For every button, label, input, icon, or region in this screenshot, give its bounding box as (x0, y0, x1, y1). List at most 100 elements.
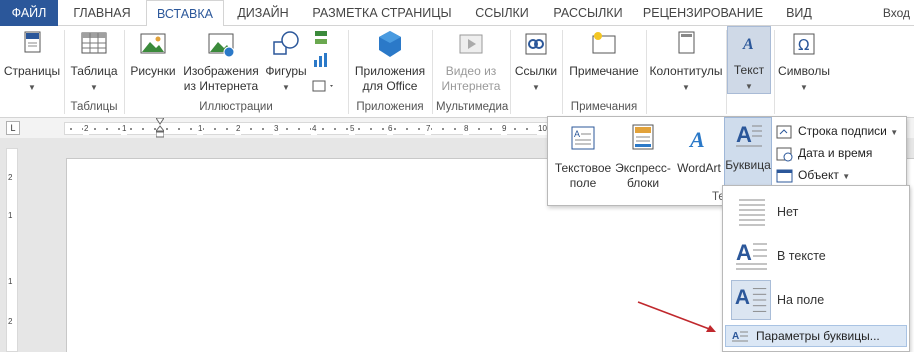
object-label: Объект (798, 168, 839, 182)
shapes-label: Фигуры (265, 64, 307, 78)
pages-button[interactable]: Страницы ▼ (2, 28, 62, 95)
shapes-button[interactable]: Фигуры ▼ (263, 28, 309, 95)
signature-line-label: Строка подписи (798, 124, 887, 138)
indent-marker[interactable] (156, 118, 164, 138)
apps-label-1: Приложения (354, 64, 426, 78)
chevron-down-icon: ▼ (90, 83, 98, 92)
dropcap-in-margin-item[interactable]: A На поле (727, 278, 907, 322)
picture-icon (140, 33, 166, 54)
chevron-down-icon: ▼ (745, 82, 753, 91)
ruler-number: 7 (425, 123, 432, 135)
ruler-number: 3 (273, 123, 280, 135)
quick-parts-label-2: блоки (626, 176, 660, 190)
object-button[interactable]: Объект ▼ (776, 165, 850, 185)
wordart-label: WordArt (677, 161, 721, 175)
ruler-number: 2 (83, 123, 90, 135)
text-group-button[interactable]: A Текст ▼ (727, 26, 771, 94)
tab-insert[interactable]: ВСТАВКА (146, 0, 224, 27)
tab-references[interactable]: ССЫЛКИ (464, 0, 540, 26)
video-label-1: Видео из (445, 64, 497, 78)
smartart-icon (315, 31, 327, 44)
dropcap-in-margin-icon: A (731, 280, 771, 320)
textbox-button[interactable]: A Текстовое поле (552, 121, 614, 191)
online-picture-icon (208, 33, 235, 58)
date-time-label: Дата и время (798, 146, 873, 160)
dropcap-none-label: Нет (777, 205, 799, 219)
symbols-label: Символы (778, 64, 830, 78)
vertical-ruler[interactable]: 2 1 1 2 (6, 148, 18, 352)
tab-selector[interactable]: L (6, 121, 20, 135)
date-time-button[interactable]: Дата и время (776, 143, 872, 163)
text-icon: A (742, 36, 754, 53)
header-footer-label: Колонтитулы (649, 64, 723, 78)
chevron-down-icon: ▼ (532, 83, 540, 92)
apps-for-office-button[interactable]: Приложения для Office (352, 28, 428, 94)
svg-text:A: A (688, 127, 705, 152)
wordart-button[interactable]: A WordArt (674, 121, 724, 176)
pictures-label: Рисунки (130, 64, 176, 78)
chevron-down-icon: ▼ (842, 172, 851, 181)
quick-parts-label-1: Экспресс- (615, 161, 671, 175)
ribbon-insert: Страницы ▼ Таблица ▼ Таблицы Рисунки Изо… (0, 26, 914, 118)
store-icon (379, 31, 401, 57)
sign-in-link[interactable]: Вход (883, 0, 910, 26)
horizontal-ruler[interactable]: 2 1 1 2 3 4 5 6 7 8 9 10 (64, 122, 554, 135)
dropcap-options-item[interactable]: A Параметры буквицы... (725, 325, 907, 347)
chevron-down-icon: ▼ (890, 128, 899, 137)
tab-review[interactable]: РЕЦЕНЗИРОВАНИЕ (636, 0, 770, 26)
online-video-button[interactable]: Видео из Интернета (436, 28, 506, 94)
chevron-down-icon: ▼ (28, 83, 36, 92)
comment-button[interactable]: Примечание (564, 28, 644, 79)
group-label-comments: Примечания (570, 101, 638, 113)
dropcap-none-item[interactable]: Нет (727, 190, 907, 234)
dropcap-menu: Нет A В тексте A На поле A Параметры бук… (722, 185, 910, 352)
group-divider (562, 30, 563, 114)
chevron-down-icon: ▼ (282, 83, 290, 92)
table-button[interactable]: Таблица ▼ (66, 28, 122, 95)
online-pictures-button[interactable]: Изображения из Интернета (181, 28, 261, 94)
dropcap-dropped-item[interactable]: A В тексте (727, 234, 907, 278)
links-button[interactable]: Ссылки ▼ (512, 28, 560, 95)
group-divider (432, 30, 433, 114)
signature-icon (776, 125, 792, 139)
tab-page-layout[interactable]: РАЗМЕТКА СТРАНИЦЫ (302, 0, 462, 26)
ruler-number: 2 (235, 123, 242, 135)
screenshot-button[interactable] (312, 78, 336, 94)
table-label: Таблица (70, 64, 118, 78)
tab-file[interactable]: ФАЙЛ (0, 0, 58, 26)
ruler-number: 1 (8, 211, 13, 220)
textbox-label-1: Текстовое (554, 161, 612, 175)
dropcap-dropped-label: В тексте (777, 249, 826, 263)
signature-line-button[interactable]: Строка подписи ▼ (776, 121, 898, 141)
tab-home[interactable]: ГЛАВНАЯ (60, 0, 144, 26)
video-icon (459, 34, 483, 54)
object-icon (776, 169, 793, 183)
tab-mailings[interactable]: РАССЫЛКИ (542, 0, 634, 26)
chevron-down-icon: ▼ (682, 83, 690, 92)
quick-parts-button[interactable]: Экспресс- блоки (614, 121, 672, 191)
symbols-button[interactable]: Ω Символы ▼ (776, 28, 832, 95)
svg-text:A: A (735, 286, 750, 309)
svg-text:A: A (732, 331, 739, 342)
pictures-button[interactable]: Рисунки (126, 28, 180, 79)
chart-button[interactable] (312, 52, 330, 68)
quick-parts-icon (632, 124, 654, 150)
dropcap-button[interactable]: A Буквица (724, 117, 772, 187)
textbox-label-2: поле (569, 176, 597, 190)
tab-view[interactable]: ВИД (772, 0, 826, 26)
annotation-arrow (637, 301, 716, 332)
online-pictures-label-2: из Интернета (183, 79, 259, 93)
header-footer-button[interactable]: Колонтитулы ▼ (648, 28, 724, 95)
table-icon (81, 32, 107, 54)
apps-label-2: для Office (362, 79, 418, 93)
svg-text:A: A (736, 240, 752, 265)
ruler-number: 5 (349, 123, 356, 135)
svg-text:A: A (574, 129, 580, 139)
page-icon (24, 31, 41, 53)
tab-design[interactable]: ДИЗАЙН (226, 0, 300, 26)
pages-label: Страницы (3, 64, 61, 78)
group-divider (64, 30, 65, 114)
smartart-button[interactable] (312, 30, 330, 46)
omega-icon: Ω (793, 33, 815, 55)
wordart-icon: A (688, 127, 705, 152)
